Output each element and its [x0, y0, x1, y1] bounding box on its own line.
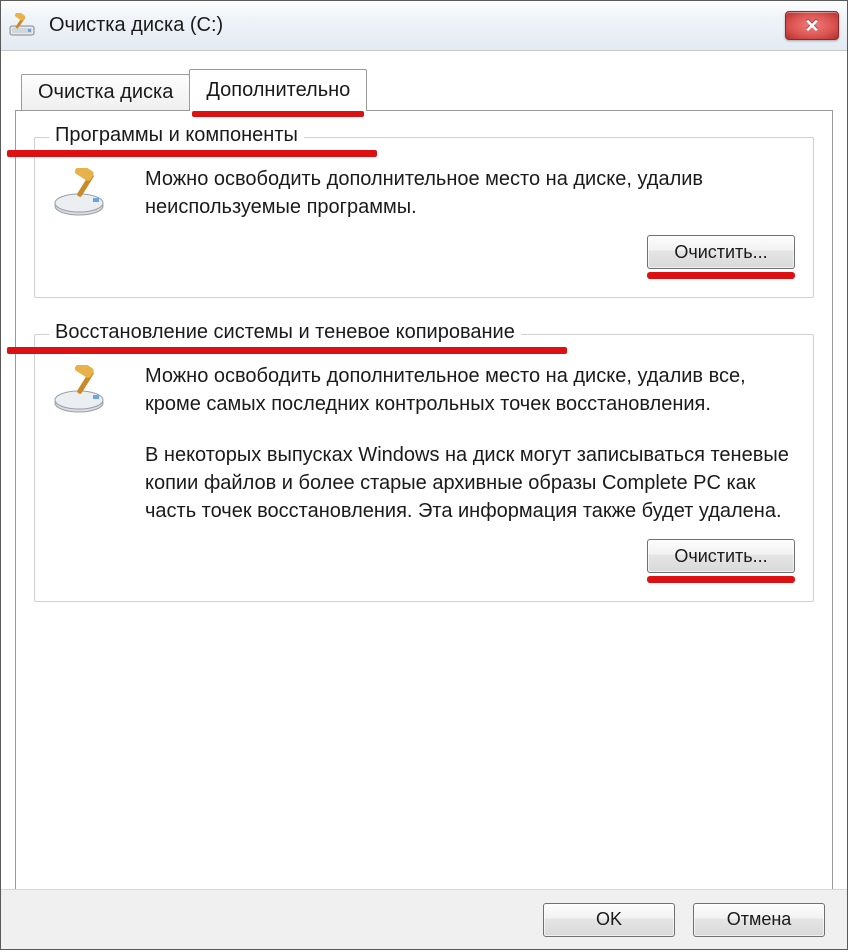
group-restore-text-2: В некоторых выпусках Windows на диск мог… — [145, 442, 795, 525]
group-programs-title: Программы и компоненты — [49, 124, 304, 147]
titlebar: Очистка диска (C:) ✕ — [1, 1, 847, 51]
tab-cleanup[interactable]: Очистка диска — [21, 74, 190, 110]
tab-strip: Очистка диска Дополнительно — [21, 69, 833, 110]
group-programs-text: Можно освободить дополнительное место на… — [145, 166, 795, 221]
tab-additional-label: Дополнительно — [206, 79, 350, 101]
cleanup-programs-button[interactable]: Очистить... — [647, 235, 795, 269]
highlight-cleanup-restore-button — [647, 576, 795, 583]
highlight-group-programs — [7, 150, 377, 157]
group-restore-text: Можно освободить дополнительное место на… — [145, 363, 795, 525]
group-restore: Восстановление системы и теневое копиров… — [34, 334, 814, 602]
group-restore-text-1: Можно освободить дополнительное место на… — [145, 363, 795, 418]
highlight-cleanup-programs-button — [647, 272, 795, 279]
disk-cleanup-icon — [9, 13, 39, 39]
dialog-window: Очистка диска (C:) ✕ Очистка диска Допол… — [0, 0, 848, 950]
tab-panel-additional: Программы и компоненты Можно освободить … — [15, 110, 833, 896]
group-restore-title: Восстановление системы и теневое копиров… — [49, 321, 521, 344]
cancel-button[interactable]: Отмена — [693, 903, 825, 937]
highlight-group-restore — [7, 347, 567, 354]
close-button[interactable]: ✕ — [785, 11, 839, 40]
client-area: Очистка диска Дополнительно Программы и … — [1, 51, 847, 896]
cleanup-restore-button[interactable]: Очистить... — [647, 539, 795, 573]
highlight-tab — [192, 111, 364, 117]
ok-button[interactable]: OK — [543, 903, 675, 937]
disk-broom-icon — [53, 365, 115, 415]
disk-broom-icon — [53, 168, 115, 218]
close-icon: ✕ — [804, 17, 819, 35]
group-programs: Программы и компоненты Можно освободить … — [34, 137, 814, 298]
window-title: Очистка диска (C:) — [49, 14, 785, 37]
tab-additional[interactable]: Дополнительно — [189, 69, 367, 111]
dialog-button-bar: OK Отмена — [1, 889, 847, 949]
